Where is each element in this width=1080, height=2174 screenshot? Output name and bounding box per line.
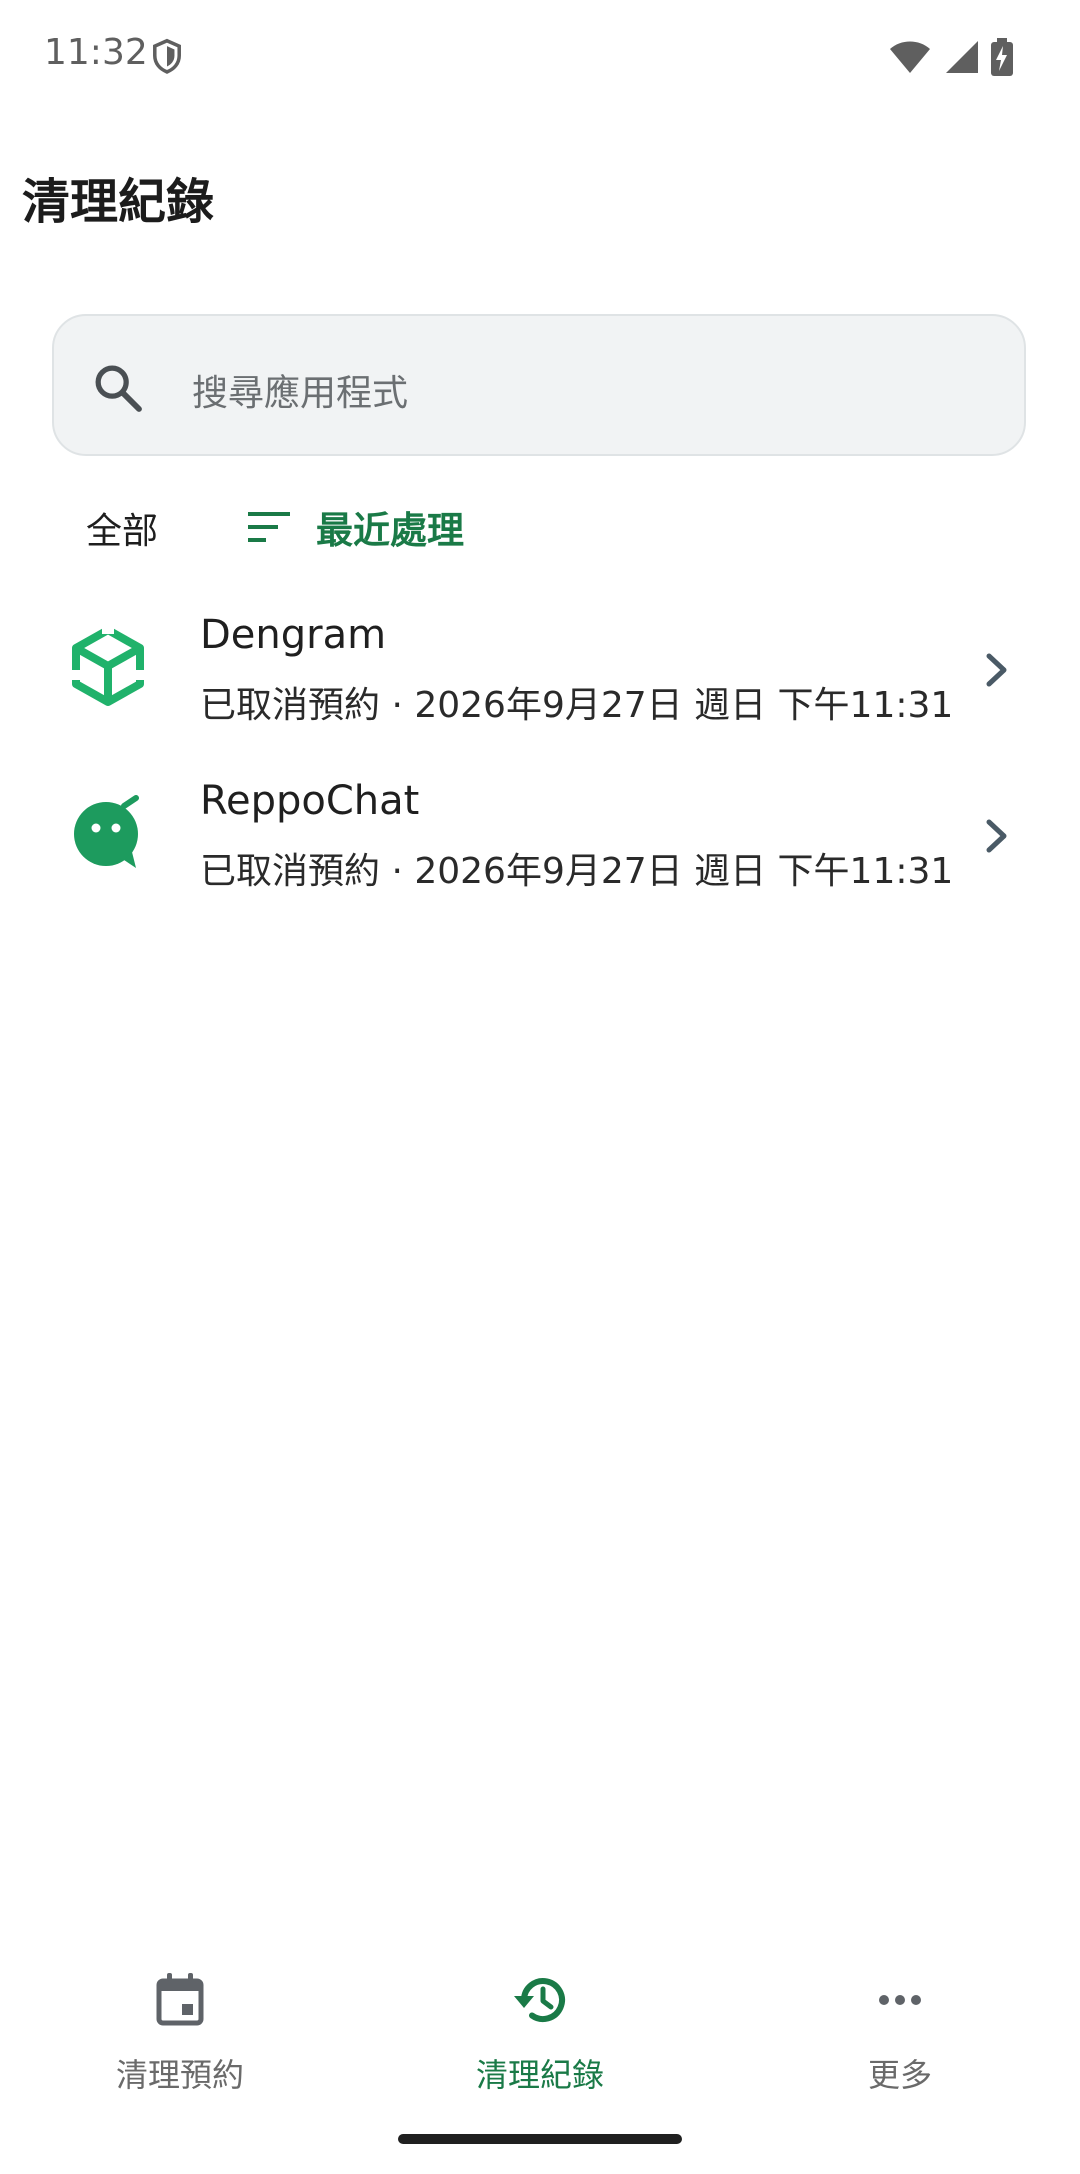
wifi-icon (890, 41, 930, 73)
nav-item-more[interactable]: 更多 (750, 1970, 1050, 2120)
record-app-name: Dengram (200, 612, 387, 658)
page-title: 清理紀錄 (22, 174, 215, 230)
shield-icon (153, 38, 181, 74)
calendar-icon (156, 1973, 204, 2026)
list-item[interactable]: Dengram 已取消預約 · 2026年9月27日 週日 下午11:31 (0, 588, 1080, 754)
status-icons (888, 38, 1014, 76)
nav-label: 清理紀錄 (475, 2056, 604, 2094)
reppochat-bubble-icon (74, 795, 139, 868)
record-detail: 已取消預約 · 2026年9月27日 週日 下午11:31 (200, 685, 954, 726)
battery-icon (991, 38, 1013, 76)
chevron-right-icon (986, 653, 1007, 687)
search-input[interactable]: 搜尋應用程式 (52, 314, 1026, 456)
more-horizontal-icon (879, 1995, 921, 2005)
filter-all-button[interactable]: 全部 (86, 502, 158, 554)
search-icon (95, 365, 142, 412)
record-app-name: ReppoChat (200, 778, 420, 824)
search-placeholder: 搜尋應用程式 (192, 373, 409, 414)
list-item[interactable]: ReppoChat 已取消預約 · 2026年9月27日 週日 下午11:31 (0, 754, 1080, 920)
history-icon (514, 1978, 565, 2022)
sort-recent-button[interactable]: 最近處理 (246, 500, 464, 554)
nav-label: 更多 (867, 2056, 932, 2094)
record-detail: 已取消預約 · 2026年9月27日 週日 下午11:31 (200, 851, 954, 892)
signal-icon (946, 41, 978, 73)
nav-item-schedule[interactable]: 清理預約 (30, 1970, 330, 2120)
dengram-cube-icon (70, 624, 146, 706)
status-bar: 11:32 (0, 0, 1080, 110)
sort-icon (248, 512, 290, 542)
chevron-right-icon (986, 819, 1007, 853)
nav-label: 清理預約 (115, 2056, 244, 2094)
nav-item-history[interactable]: 清理紀錄 (390, 1970, 690, 2120)
sort-label: 最近處理 (316, 509, 464, 552)
status-time: 11:32 (44, 32, 148, 73)
home-indicator[interactable] (398, 2134, 682, 2144)
